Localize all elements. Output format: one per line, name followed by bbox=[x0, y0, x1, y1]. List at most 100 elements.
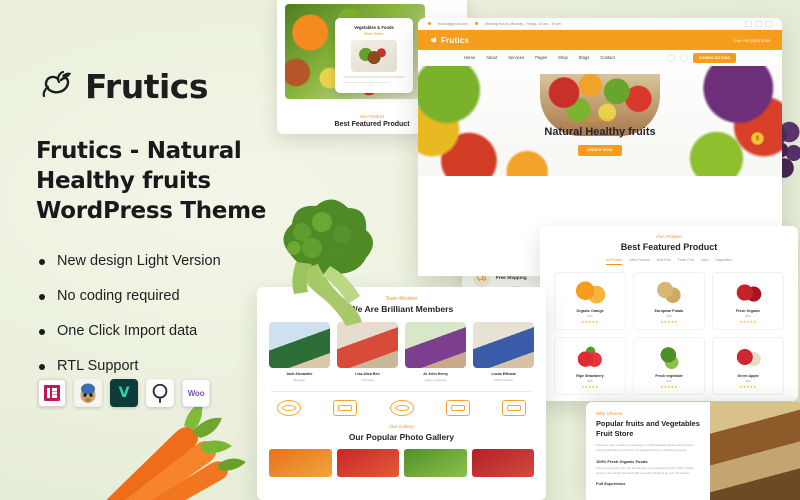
why-feature-title: Full Experience bbox=[596, 481, 626, 487]
nav-item-shop[interactable]: Shop bbox=[558, 55, 568, 60]
why-feature-text: There is no specific part you should kee… bbox=[596, 465, 694, 475]
gallery-image[interactable] bbox=[269, 448, 332, 477]
order-now-button[interactable]: ORDER NOW bbox=[578, 144, 622, 156]
nav-item-contact[interactable]: Contact bbox=[600, 55, 614, 60]
gallery-image[interactable] bbox=[471, 448, 534, 477]
topbar-email: frutics@gmail.com bbox=[438, 21, 468, 26]
filter-nuts-fruit[interactable]: Nuts Fruit bbox=[657, 258, 671, 265]
site-navigation[interactable]: Home About Services Pages Shop Blogs Con… bbox=[418, 50, 782, 66]
cart-icon[interactable] bbox=[679, 53, 688, 62]
nav-tools[interactable]: CONSULTATIONS bbox=[666, 52, 736, 63]
best-seller-subtitle: Best Seller bbox=[364, 31, 384, 36]
quality-badge-icon bbox=[445, 399, 470, 416]
search-icon[interactable] bbox=[666, 53, 675, 62]
revslider-icon: V bbox=[110, 379, 138, 407]
filter-all-product[interactable]: All Product bbox=[606, 258, 623, 265]
product-name: Organic Orange bbox=[576, 308, 604, 313]
brand-logo: Frutics bbox=[36, 66, 346, 106]
product-price: $45 bbox=[745, 379, 751, 383]
mailchimp-monkey-icon bbox=[74, 379, 102, 407]
filter-juice[interactable]: Juice bbox=[701, 258, 709, 265]
avatar bbox=[473, 322, 534, 368]
promo-stage: Frutics Frutics - Natural Healthy fruits… bbox=[0, 0, 800, 500]
product-card[interactable]: Fresh vegetable $30 ★★★★★ bbox=[633, 336, 705, 395]
filter-vegetables[interactable]: Vegetables bbox=[716, 258, 732, 265]
product-price: $30 bbox=[666, 379, 672, 383]
social-links[interactable] bbox=[745, 20, 772, 27]
feature-item: RTL Support bbox=[36, 358, 346, 374]
pepper-leaf-icon bbox=[430, 37, 437, 43]
filter-other-product[interactable]: Other Product bbox=[629, 258, 650, 265]
nav-item-blogs[interactable]: Blogs bbox=[579, 55, 589, 60]
team-member-card[interactable]: Lisa Alica Ben Informant bbox=[337, 322, 398, 382]
why-paragraph: There are many variations of passages of… bbox=[596, 443, 693, 452]
products-title: Best Featured Product bbox=[620, 242, 718, 252]
why-choose-text: Why Choose Popular fruits and Vegetables… bbox=[586, 402, 710, 500]
team-member-card[interactable]: Lucas Elthana Office Founder bbox=[473, 322, 534, 382]
member-role: Happy Customer bbox=[424, 377, 447, 382]
pomegranate-image bbox=[732, 278, 764, 305]
nav-item-services[interactable]: Services bbox=[508, 55, 524, 60]
feature-item: New design Light Version bbox=[36, 253, 346, 269]
product-card[interactable]: Ripe Strawberry $28 ★★★★★ bbox=[554, 336, 626, 395]
potato-image bbox=[653, 278, 685, 305]
page-title: Frutics - Natural Healthy fruits WordPre… bbox=[36, 138, 267, 224]
product-grid: Organic Orange $40 ★★★★★ European Potato… bbox=[554, 271, 784, 395]
member-role: Office Founder bbox=[493, 377, 514, 382]
mockup-why-choose-section[interactable]: Why Choose Popular fruits and Vegetables… bbox=[586, 402, 800, 500]
product-card[interactable]: European Potato $35 ★★★★★ bbox=[633, 271, 705, 330]
filter-fresh-fruit[interactable]: Fresh Fruit bbox=[678, 258, 694, 265]
product-price: $35 bbox=[666, 314, 672, 318]
member-name: Lucas Elthana bbox=[491, 372, 516, 376]
product-name: Ripe Strawberry bbox=[576, 373, 604, 378]
cf7-balloon-icon bbox=[146, 379, 174, 407]
product-rating: ★★★★★ bbox=[739, 319, 757, 324]
site-brandbar: Frutics Call: +63 (345) 6789 bbox=[418, 30, 782, 50]
product-name: Fresh vegetable bbox=[655, 373, 683, 378]
gallery-title: Our Popular Photo Gallery bbox=[348, 431, 455, 442]
gallery-image[interactable] bbox=[404, 448, 467, 477]
product-card[interactable]: Organic Orange $40 ★★★★★ bbox=[554, 271, 626, 330]
brand-name: Frutics bbox=[85, 66, 209, 106]
clock-dot-icon bbox=[474, 22, 478, 25]
nav-item-home[interactable]: Home bbox=[464, 55, 475, 60]
gallery-grid bbox=[269, 448, 534, 477]
site-topbar: frutics@gmail.com Working Hours: Monday … bbox=[418, 18, 782, 30]
nav-item-about[interactable]: About bbox=[486, 55, 497, 60]
orange-image bbox=[574, 278, 606, 305]
product-price: $40 bbox=[587, 314, 593, 318]
certified-badge-icon bbox=[502, 399, 526, 416]
team-member-card[interactable]: Jo John Henry Happy Customer bbox=[405, 322, 466, 382]
product-filter-tabs[interactable]: All Product Other Product Nuts Fruit Fre… bbox=[554, 258, 784, 265]
mockup-products-section[interactable]: Our Product Best Featured Product All Pr… bbox=[540, 226, 798, 401]
avatar bbox=[405, 322, 466, 368]
pepper-leaf-icon bbox=[42, 70, 71, 98]
product-card[interactable]: Green Apple $45 ★★★★★ bbox=[712, 336, 784, 395]
natural-badge-icon bbox=[389, 399, 414, 416]
member-name: Lisa Alica Ben bbox=[355, 372, 380, 376]
gallery-kicker: Our Gallery bbox=[389, 424, 414, 430]
best-seller-title: Vegetables & Foods bbox=[354, 25, 394, 30]
site-phone: Call: +63 (345) 6789 bbox=[733, 37, 770, 43]
certification-row bbox=[269, 392, 534, 416]
member-role: Informant bbox=[361, 377, 374, 382]
member-name: Jo John Henry bbox=[423, 372, 448, 376]
facebook-icon[interactable] bbox=[745, 20, 752, 27]
product-card[interactable]: Fresh Organic $52 ★★★★★ bbox=[712, 271, 784, 330]
product-name: Green Apple bbox=[737, 373, 759, 378]
why-feature-title: 100% Fresh Organic Foods bbox=[596, 458, 648, 464]
product-name: European Potato bbox=[654, 308, 684, 313]
consultations-button[interactable]: CONSULTATIONS bbox=[692, 52, 736, 63]
twitter-icon[interactable] bbox=[755, 20, 762, 27]
instagram-icon[interactable] bbox=[765, 20, 772, 27]
nav-item-pages[interactable]: Pages bbox=[535, 55, 547, 60]
product-name: Fresh Organic bbox=[735, 308, 761, 313]
text-line bbox=[343, 81, 390, 84]
apple-image bbox=[732, 343, 764, 370]
avatar bbox=[337, 322, 398, 368]
best-seller-card: Vegetables & Foods Best Seller bbox=[335, 18, 413, 93]
gallery-image[interactable] bbox=[336, 448, 399, 477]
organic-badge-icon bbox=[277, 399, 301, 416]
product-rating: ★★★★★ bbox=[739, 384, 757, 389]
hero-text: Fresh Fruits Natural Healthy fruits ORDE… bbox=[418, 118, 782, 156]
